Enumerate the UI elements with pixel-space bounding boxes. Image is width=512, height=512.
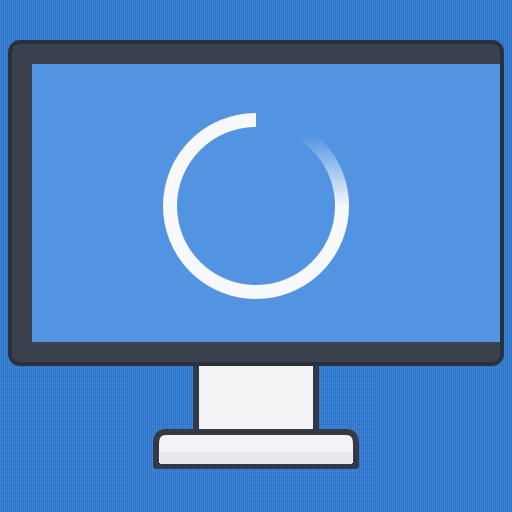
monitor-stand [193, 353, 319, 435]
icon-canvas [0, 0, 512, 512]
monitor-screen [32, 64, 500, 342]
monitor-base [153, 429, 359, 469]
monitor-loading-icon [8, 40, 504, 469]
